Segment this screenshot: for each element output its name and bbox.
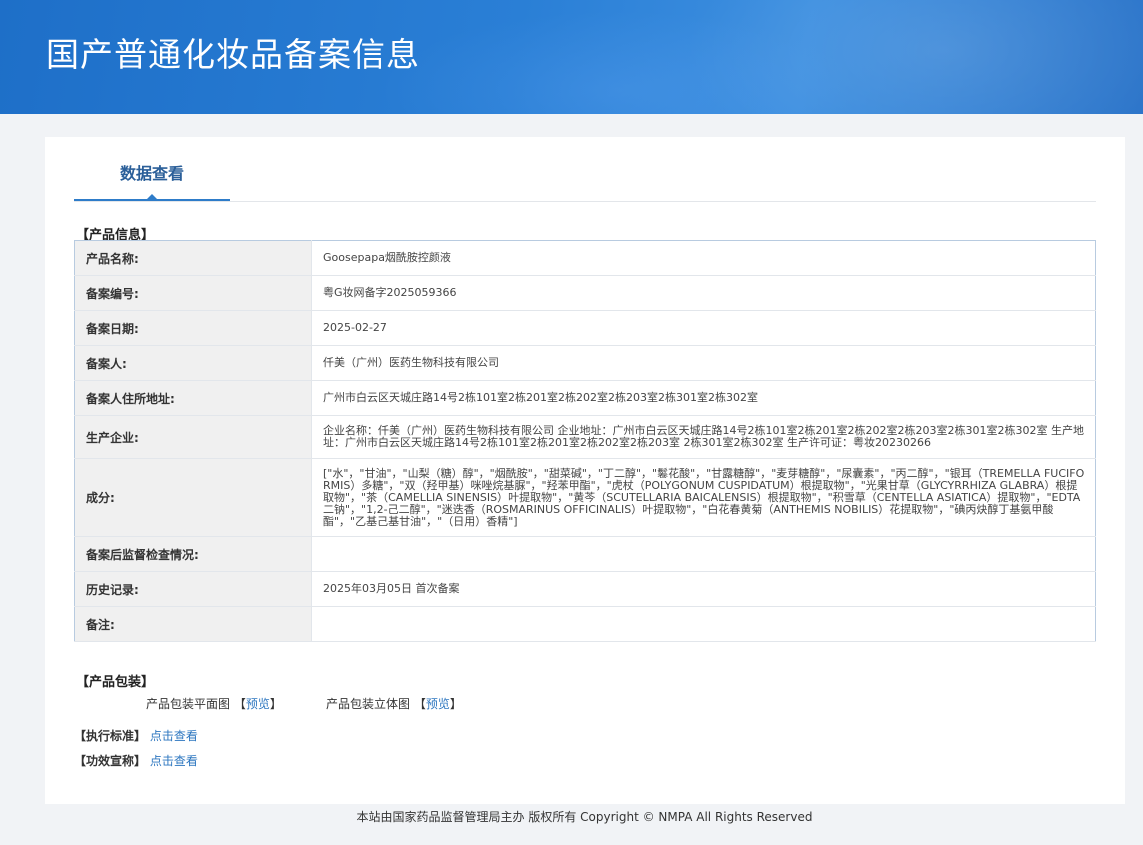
row-key-manufacturer: 生产企业: [74,415,312,459]
packaging-section-label: 【产品包装】 [76,675,155,690]
table-row: 备注: [74,606,1096,642]
table-row: 产品名称: Goosepapa烟酰胺控颜液 [74,240,1096,276]
packaging-flat-item: 产品包装平面图 【预览】 [146,695,282,712]
row-key-remarks: 备注: [74,606,312,642]
footer-copyright: 本站由国家药品监督管理局主办 版权所有 Copyright © NMPA All… [356,810,813,824]
table-row: 生产企业: 企业名称：仟美（广州）医药生物科技有限公司 企业地址：广州市白云区天… [74,415,1096,459]
row-value-manufacturer: 企业名称：仟美（广州）医药生物科技有限公司 企业地址：广州市白云区天城庄路14号… [311,415,1096,459]
table-row: 备案人: 仟美（广州）医药生物科技有限公司 [74,345,1096,381]
row-value-record-date: 2025-02-27 [311,310,1096,346]
tab-data-view[interactable]: 数据查看 [74,137,230,201]
row-key-registrant: 备案人: [74,345,312,381]
table-row: 备案后监督检查情况: [74,536,1096,572]
efficacy-label: 【功效宣称】 [74,754,147,768]
standard-view-link[interactable]: 点击查看 [150,729,198,743]
bracket-close: 】 [269,697,282,711]
row-value-record-number: 粤G妆网备字2025059366 [311,275,1096,311]
row-value-registrant: 仟美（广州）医药生物科技有限公司 [311,345,1096,381]
table-row: 历史记录: 2025年03月05日 首次备案 [74,571,1096,607]
tab-bar: 数据查看 [74,137,1096,202]
table-row: 备案日期: 2025-02-27 [74,310,1096,346]
efficacy-line: 【功效宣称】 点击查看 [74,752,198,769]
packaging-stereo-label: 产品包装立体图 [326,697,411,711]
row-value-registrant-address: 广州市白云区天城庄路14号2栋101室2栋201室2栋202室2栋203室2栋3… [311,380,1096,416]
row-value-history: 2025年03月05日 首次备案 [311,571,1096,607]
row-key-record-number: 备案编号: [74,275,312,311]
bracket-open: 【 [413,697,426,711]
row-value-supervision [311,536,1096,572]
tab-active-indicator [146,194,158,200]
content-card: 数据查看 【产品信息】 产品名称: Goosepapa烟酰胺控颜液 备案编号: … [45,137,1125,804]
packaging-flat-label: 产品包装平面图 [146,697,231,711]
page-title: 国产普通化妆品备案信息 [46,35,420,74]
row-value-ingredients: ["水"，"甘油"，"山梨（糖）醇"，"烟酰胺"，"甜菜碱"，"丁二醇"，"鬈花… [311,458,1096,537]
product-info-table: 产品名称: Goosepapa烟酰胺控颜液 备案编号: 粤G妆网备字202505… [74,240,1096,642]
row-key-product-name: 产品名称: [74,240,312,276]
row-key-record-date: 备案日期: [74,310,312,346]
row-key-history: 历史记录: [74,571,312,607]
page-header: 国产普通化妆品备案信息 [0,0,1143,114]
stereo-preview-link[interactable]: 预览 [426,697,450,711]
table-row: 成分: ["水"，"甘油"，"山梨（糖）醇"，"烟酰胺"，"甜菜碱"，"丁二醇"… [74,458,1096,537]
flat-preview-link[interactable]: 预览 [246,697,270,711]
bracket-close: 】 [449,697,462,711]
row-key-supervision: 备案后监督检查情况: [74,536,312,572]
packaging-stereo-item: 产品包装立体图 【预览】 [326,695,462,712]
standard-line: 【执行标准】 点击查看 [74,727,198,744]
row-key-registrant-address: 备案人住所地址: [74,380,312,416]
efficacy-view-link[interactable]: 点击查看 [150,754,198,768]
table-row: 备案人住所地址: 广州市白云区天城庄路14号2栋101室2栋201室2栋202室… [74,380,1096,416]
row-key-ingredients: 成分: [74,458,312,537]
standard-label: 【执行标准】 [74,729,147,743]
bracket-open: 【 [233,697,246,711]
table-row: 备案编号: 粤G妆网备字2025059366 [74,275,1096,311]
row-value-remarks [311,606,1096,642]
row-value-product-name: Goosepapa烟酰胺控颜液 [311,240,1096,276]
